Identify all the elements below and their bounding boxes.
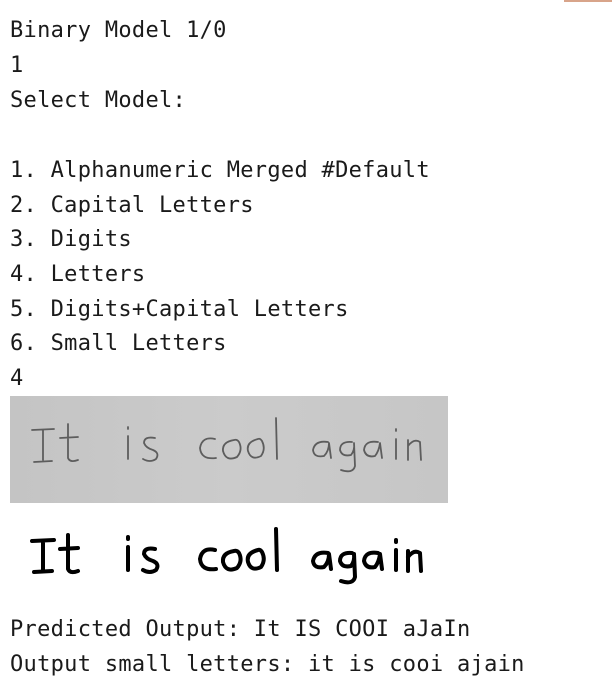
model-option-6: 6. Small Letters [10,331,227,356]
binarized-handwriting-strokes [30,527,423,585]
input-model-value: 4 [10,366,24,391]
small-letters-output: Output small letters: it is cooi ajain [10,652,525,677]
model-option-3: 3. Digits [10,227,132,252]
prompt-binary-model: Binary Model 1/0 [10,18,227,43]
model-option-5: 5. Digits+Capital Letters [10,297,349,322]
scan-handwriting-strokes [31,417,422,473]
handwriting-scan-image [10,396,448,503]
binarized-text-image [10,515,448,595]
prompt-select-model: Select Model: [10,88,187,113]
model-option-1: 1. Alphanumeric Merged #Default [10,158,430,183]
window-edge-accent [564,0,612,2]
predicted-output: Predicted Output: It IS COOI aJaIn [10,617,471,642]
input-binary-value: 1 [10,53,24,78]
model-option-2: 2. Capital Letters [10,193,254,218]
model-option-4: 4. Letters [10,262,146,287]
